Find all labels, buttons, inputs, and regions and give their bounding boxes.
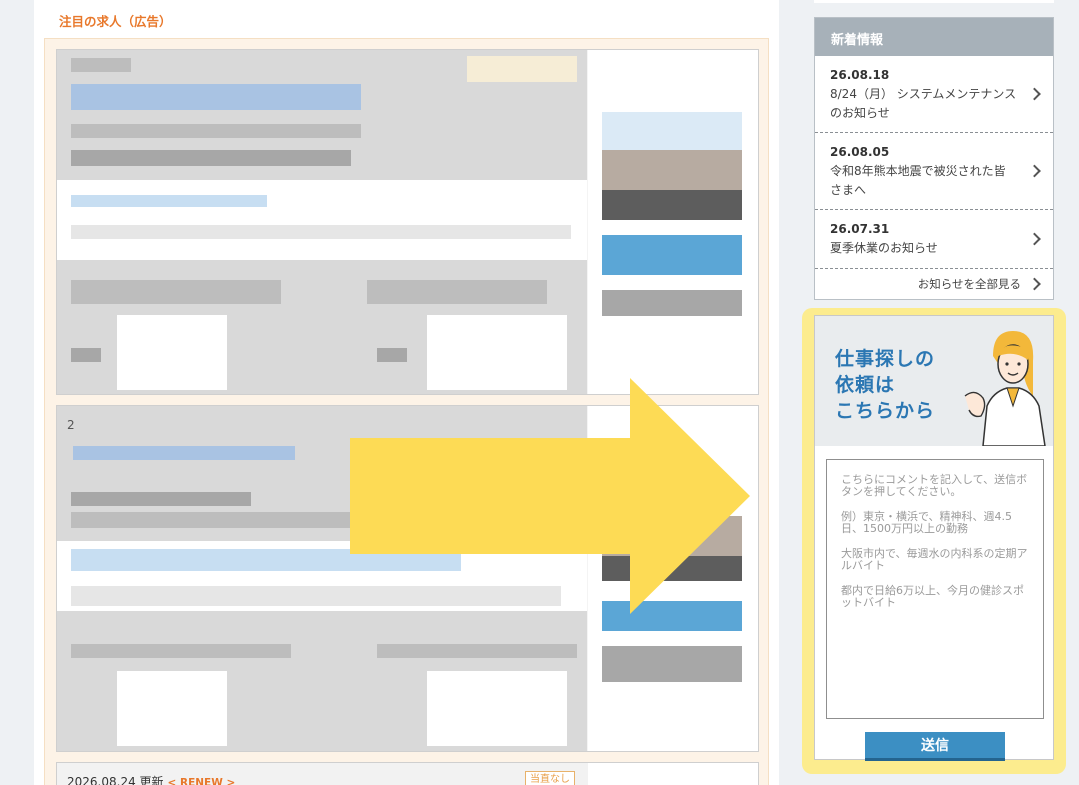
blurred-cell — [427, 671, 567, 746]
news-panel: 新着情報 26.08.18 8/24（月） システムメンテナンスのお知らせ 26… — [814, 17, 1054, 300]
job-card[interactable]: 2026.08.24 更新 < RENEW > 当直なし — [56, 762, 759, 785]
blurred-text — [71, 644, 291, 658]
chevron-right-icon — [1028, 232, 1041, 246]
annotation-arrow — [350, 378, 750, 614]
job-card-image-column — [588, 50, 758, 394]
blurred-text — [71, 280, 281, 304]
news-item[interactable]: 26.08.05 令和8年熊本地震で被災された皆さまへ — [815, 133, 1053, 210]
news-date: 26.07.31 — [830, 222, 890, 236]
blurred-text — [71, 58, 131, 72]
blurred-photo — [602, 112, 742, 152]
blurred-link — [71, 195, 267, 207]
chevron-right-icon — [1028, 87, 1041, 101]
job-request-banner: 仕事探しの 依頼は こちらから — [815, 316, 1053, 446]
news-text: 8/24（月） システムメンテナンスのお知らせ — [830, 87, 1017, 120]
blurred-text — [71, 150, 351, 166]
blurred-button — [602, 235, 742, 275]
news-heading: 新着情報 — [815, 18, 1053, 56]
news-text: 令和8年熊本地震で被災された皆さまへ — [830, 164, 1006, 197]
blurred-photo — [602, 150, 742, 190]
blurred-body — [57, 180, 587, 260]
blurred-title — [73, 446, 295, 460]
blurred-text — [71, 225, 571, 239]
see-all-news-link[interactable]: お知らせを全部見る — [815, 269, 1053, 299]
blurred-button — [602, 290, 742, 316]
blurred-text — [71, 512, 351, 528]
chevron-right-icon — [1028, 277, 1041, 291]
consultant-illustration — [964, 331, 1046, 446]
job-updated-date: 2026.08.24 更新 < RENEW > — [67, 773, 235, 785]
renew-label: < RENEW > — [167, 777, 236, 785]
news-item[interactable]: 26.07.31 夏季休業のお知らせ — [815, 210, 1053, 269]
blurred-photo — [602, 190, 742, 220]
blurred-text — [71, 348, 101, 362]
blurred-badge — [467, 56, 577, 82]
chevron-right-icon — [1028, 164, 1041, 178]
news-date: 26.08.05 — [830, 145, 890, 159]
blurred-title — [71, 84, 361, 110]
no-night-duty-badge: 当直なし — [525, 771, 575, 785]
blurred-cell — [117, 671, 227, 746]
job-card[interactable] — [56, 49, 759, 395]
blurred-cell — [117, 315, 227, 390]
job-request-textarea[interactable]: こちらにコメントを記入して、送信ボタンを押してください。 例）東京・横浜で、精神… — [826, 459, 1044, 719]
blurred-text — [367, 280, 547, 304]
job-card-number: 2 — [67, 418, 75, 432]
blurred-text — [71, 124, 361, 138]
submit-button[interactable]: 送信 — [865, 732, 1005, 761]
job-card-image-column — [588, 763, 758, 785]
blurred-text — [377, 644, 577, 658]
news-date: 26.08.18 — [830, 68, 890, 82]
section-title: 注目の求人（広告） — [59, 14, 172, 29]
blurred-text — [71, 492, 251, 506]
news-item[interactable]: 26.08.18 8/24（月） システムメンテナンスのお知らせ — [815, 56, 1053, 133]
blurred-text — [377, 348, 407, 362]
job-request-panel: 仕事探しの 依頼は こちらから こちらにコメントを記入して、送信ボタンを押してく… — [814, 315, 1054, 761]
sidebar-top-strip — [814, 0, 1054, 3]
news-text: 夏季休業のお知らせ — [830, 241, 938, 255]
job-request-title: 仕事探しの 依頼は こちらから — [835, 348, 936, 422]
blurred-button — [602, 646, 742, 682]
